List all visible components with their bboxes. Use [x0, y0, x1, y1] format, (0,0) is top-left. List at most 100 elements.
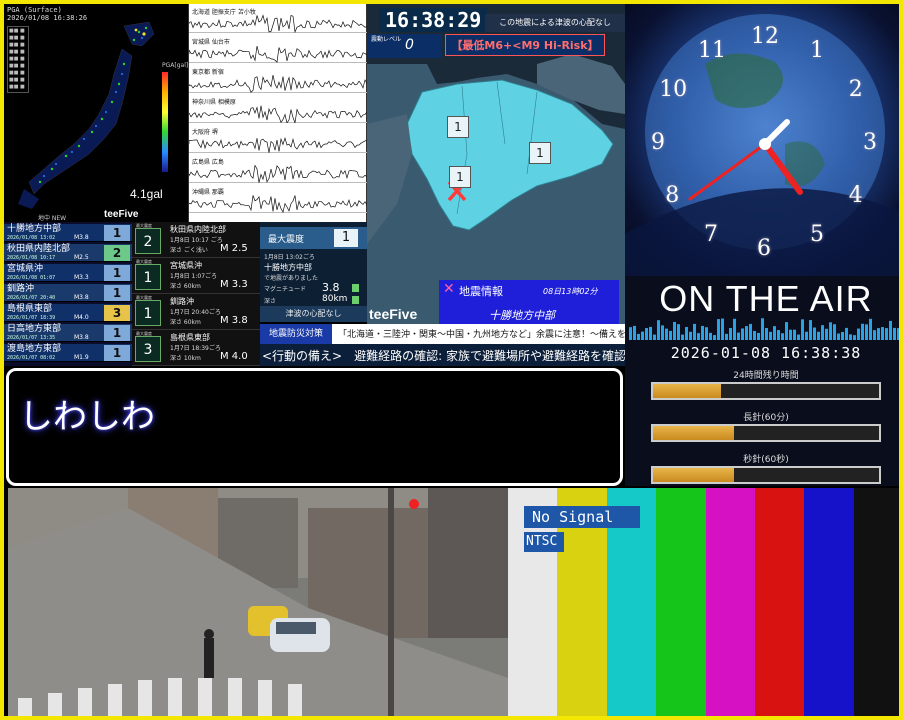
quake-region: 渡島地方東部: [7, 344, 62, 354]
max-intensity-time: 1月8日 13:02ごろ: [264, 254, 315, 261]
equalizer-bar: [669, 330, 672, 340]
equalizer-bar: [765, 327, 768, 340]
equalizer-bar: [845, 327, 848, 340]
equalizer-bar: [777, 330, 780, 340]
detail-region: 島根県東部: [170, 333, 210, 342]
underground-label: 地中 NEW: [38, 215, 67, 222]
quake-region: 宮城県沖: [7, 264, 44, 274]
equalizer-bar: [785, 322, 788, 340]
quake-region: 日高地方東部: [7, 324, 62, 334]
equalizer-bar: [745, 326, 748, 340]
quake-intensity: 1: [104, 345, 130, 361]
on-air-title: ON THE AIR: [659, 278, 873, 319]
quake-detail-card[interactable]: 最大震度 1 釧路沖 1月7日 20:40ごろ 深さ 60km M 3.8: [132, 294, 260, 330]
equalizer-bar: [793, 329, 796, 340]
clock-number: 11: [698, 38, 726, 64]
no-signal-label: No Signal: [524, 506, 640, 528]
equalizer-bar: [725, 333, 728, 340]
equalizer-bar: [761, 318, 764, 340]
intensity-badge: 1: [447, 116, 469, 138]
equalizer-bar: [641, 331, 644, 340]
quake-magnitude: M4.0: [74, 314, 89, 321]
magnitude-indicator: [352, 284, 359, 292]
intensity-box: 3: [135, 336, 161, 362]
max-intensity-header: 最大震度 1: [260, 227, 367, 249]
equalizer-bar: [709, 332, 712, 340]
color-bar: [705, 488, 756, 716]
equalizer-bar: [893, 327, 896, 340]
waveform-row: 北海道 胆振支庁 苫小牧: [189, 6, 367, 33]
clock-number: 4: [848, 183, 863, 208]
quake-intensity: 1: [104, 265, 130, 281]
equalizer-bar: [689, 331, 692, 340]
live-clock: 16:38:29: [379, 8, 488, 32]
equalizer-bar: [865, 324, 868, 340]
analog-clock-panel: 12 1 2 3 4 5 6 7 8 9 10 11: [625, 4, 899, 276]
waveform-panel: 北海道 胆振支庁 苫小牧 宮城県 仙台市 東京都 新宿 神奈川県 相模原 大阪府 堺広島…: [189, 4, 367, 222]
detail-magnitude: M 3.3: [220, 279, 248, 290]
equalizer-bar: [693, 323, 696, 340]
quake-list: 十勝地方中部 2026/01/08 13:02 M3.8 1 秋田県内陸北部 2026/0…: [4, 222, 132, 366]
equalizer-bar: [829, 322, 832, 340]
progress-label: 秒針(60秒): [743, 455, 789, 465]
quake-list-item[interactable]: 渡島地方東部 2026/01/07 08:02 M1.9 1: [4, 344, 132, 362]
risk-banner: 【最低M6+<M9 Hi-Risk】: [445, 34, 605, 56]
detail-region: 釧路沖: [170, 297, 194, 306]
equalizer-bar: [889, 320, 892, 340]
equalizer-bar: [705, 327, 708, 340]
ntsc-label: NTSC: [524, 532, 564, 552]
pga-scale-label: PGA[gal]: [162, 62, 189, 69]
clock-number: 6: [757, 236, 771, 261]
quake-intensity: 1: [104, 225, 130, 241]
quake-list-item[interactable]: 日高地方東部 2026/01/07 13:35 M3.8 1: [4, 324, 132, 342]
max-intensity-region: 十勝地方中部: [264, 263, 312, 272]
detail-magnitude: M 2.5: [220, 243, 248, 254]
quake-detail-card[interactable]: 最大震度 2 秋田県内陸北部 1月8日 10:17 ごろ 深さ ごく浅い M 2.5: [132, 222, 260, 258]
subtitle-text: しわしわ: [19, 397, 155, 437]
clock-number: 2: [848, 77, 863, 102]
equalizer-bar: [825, 328, 828, 340]
detail-region: 宮城県沖: [170, 261, 202, 270]
quake-list-item[interactable]: 秋田県内陸北部 2026/01/08 10:17 M2.5 2: [4, 244, 132, 262]
color-bar: [754, 488, 806, 716]
equalizer-bar: [841, 331, 844, 340]
action-bar: <行動の備え> 避難経路の確認: 家族で避難場所や避難経路を確認し: [260, 344, 638, 366]
quake-list-item[interactable]: 島根県東部 2026/01/07 18:39 M4.0 3: [4, 304, 132, 322]
progress-fill: [653, 468, 735, 482]
intensity-badge: 1: [529, 142, 551, 164]
equalizer-bar: [857, 328, 860, 340]
action-message: <行動の備え> 避難経路の確認: 家族で避難場所や避難経路を確認し: [262, 349, 638, 363]
progress-fill: [653, 426, 735, 440]
equalizer-bar: [813, 327, 816, 340]
equalizer-bar: [885, 328, 888, 340]
magnitude-value: 3.8: [322, 281, 340, 294]
intensity-box: 1: [135, 300, 161, 326]
detail-date: 1月8日 10:17 ごろ: [170, 237, 223, 244]
equalizer-bar: [733, 318, 736, 340]
detail-region: 秋田県内陸北部: [170, 225, 226, 234]
clock-number: 5: [810, 221, 824, 247]
equalizer-bar: [849, 334, 852, 340]
tsunami-status: 津波の心配なし: [260, 306, 367, 322]
hokkaido-map-panel: 16:38:29 この地震による津波の心配なし 震動レベル 0 【最低M6+<M…: [367, 4, 625, 324]
quake-detail-card[interactable]: 最大震度 1 宮城県沖 1月8日 1:07ごろ 深さ 60km M 3.3: [132, 258, 260, 294]
intensity-box: 2: [135, 228, 161, 254]
color-bar: [804, 488, 855, 716]
quake-intensity: 2: [104, 245, 130, 261]
equalizer-bar: [729, 328, 732, 340]
magnitude-label: マグニチュード: [264, 286, 307, 293]
quake-list-item[interactable]: 十勝地方中部 2026/01/08 13:02 M3.8 1: [4, 224, 132, 242]
equalizer-bar: [737, 332, 740, 340]
shake-level-box: 震動レベル 0: [367, 34, 442, 58]
waveform-row: 神奈川県 相模原: [189, 96, 367, 123]
equalizer-bar: [853, 335, 856, 340]
equalizer-bar: [789, 329, 792, 340]
quake-detail-card[interactable]: 最大震度 3 島根県東部 1月7日 18:39ごろ 深さ 10km M 4.0: [132, 330, 260, 366]
shake-level-value: 0: [405, 37, 414, 53]
equalizer-bar: [701, 325, 704, 340]
quake-list-item[interactable]: 釧路沖 2026/01/07 20:40 M3.8 1: [4, 284, 132, 302]
max-intensity-label: 最大震度: [268, 235, 305, 245]
quake-list-item[interactable]: 宮城県沖 2026/01/08 01:07 M3.3 1: [4, 264, 132, 282]
detail-depth: 深さ 60km: [170, 283, 201, 290]
quake-region: 秋田県内陸北部: [7, 244, 71, 254]
